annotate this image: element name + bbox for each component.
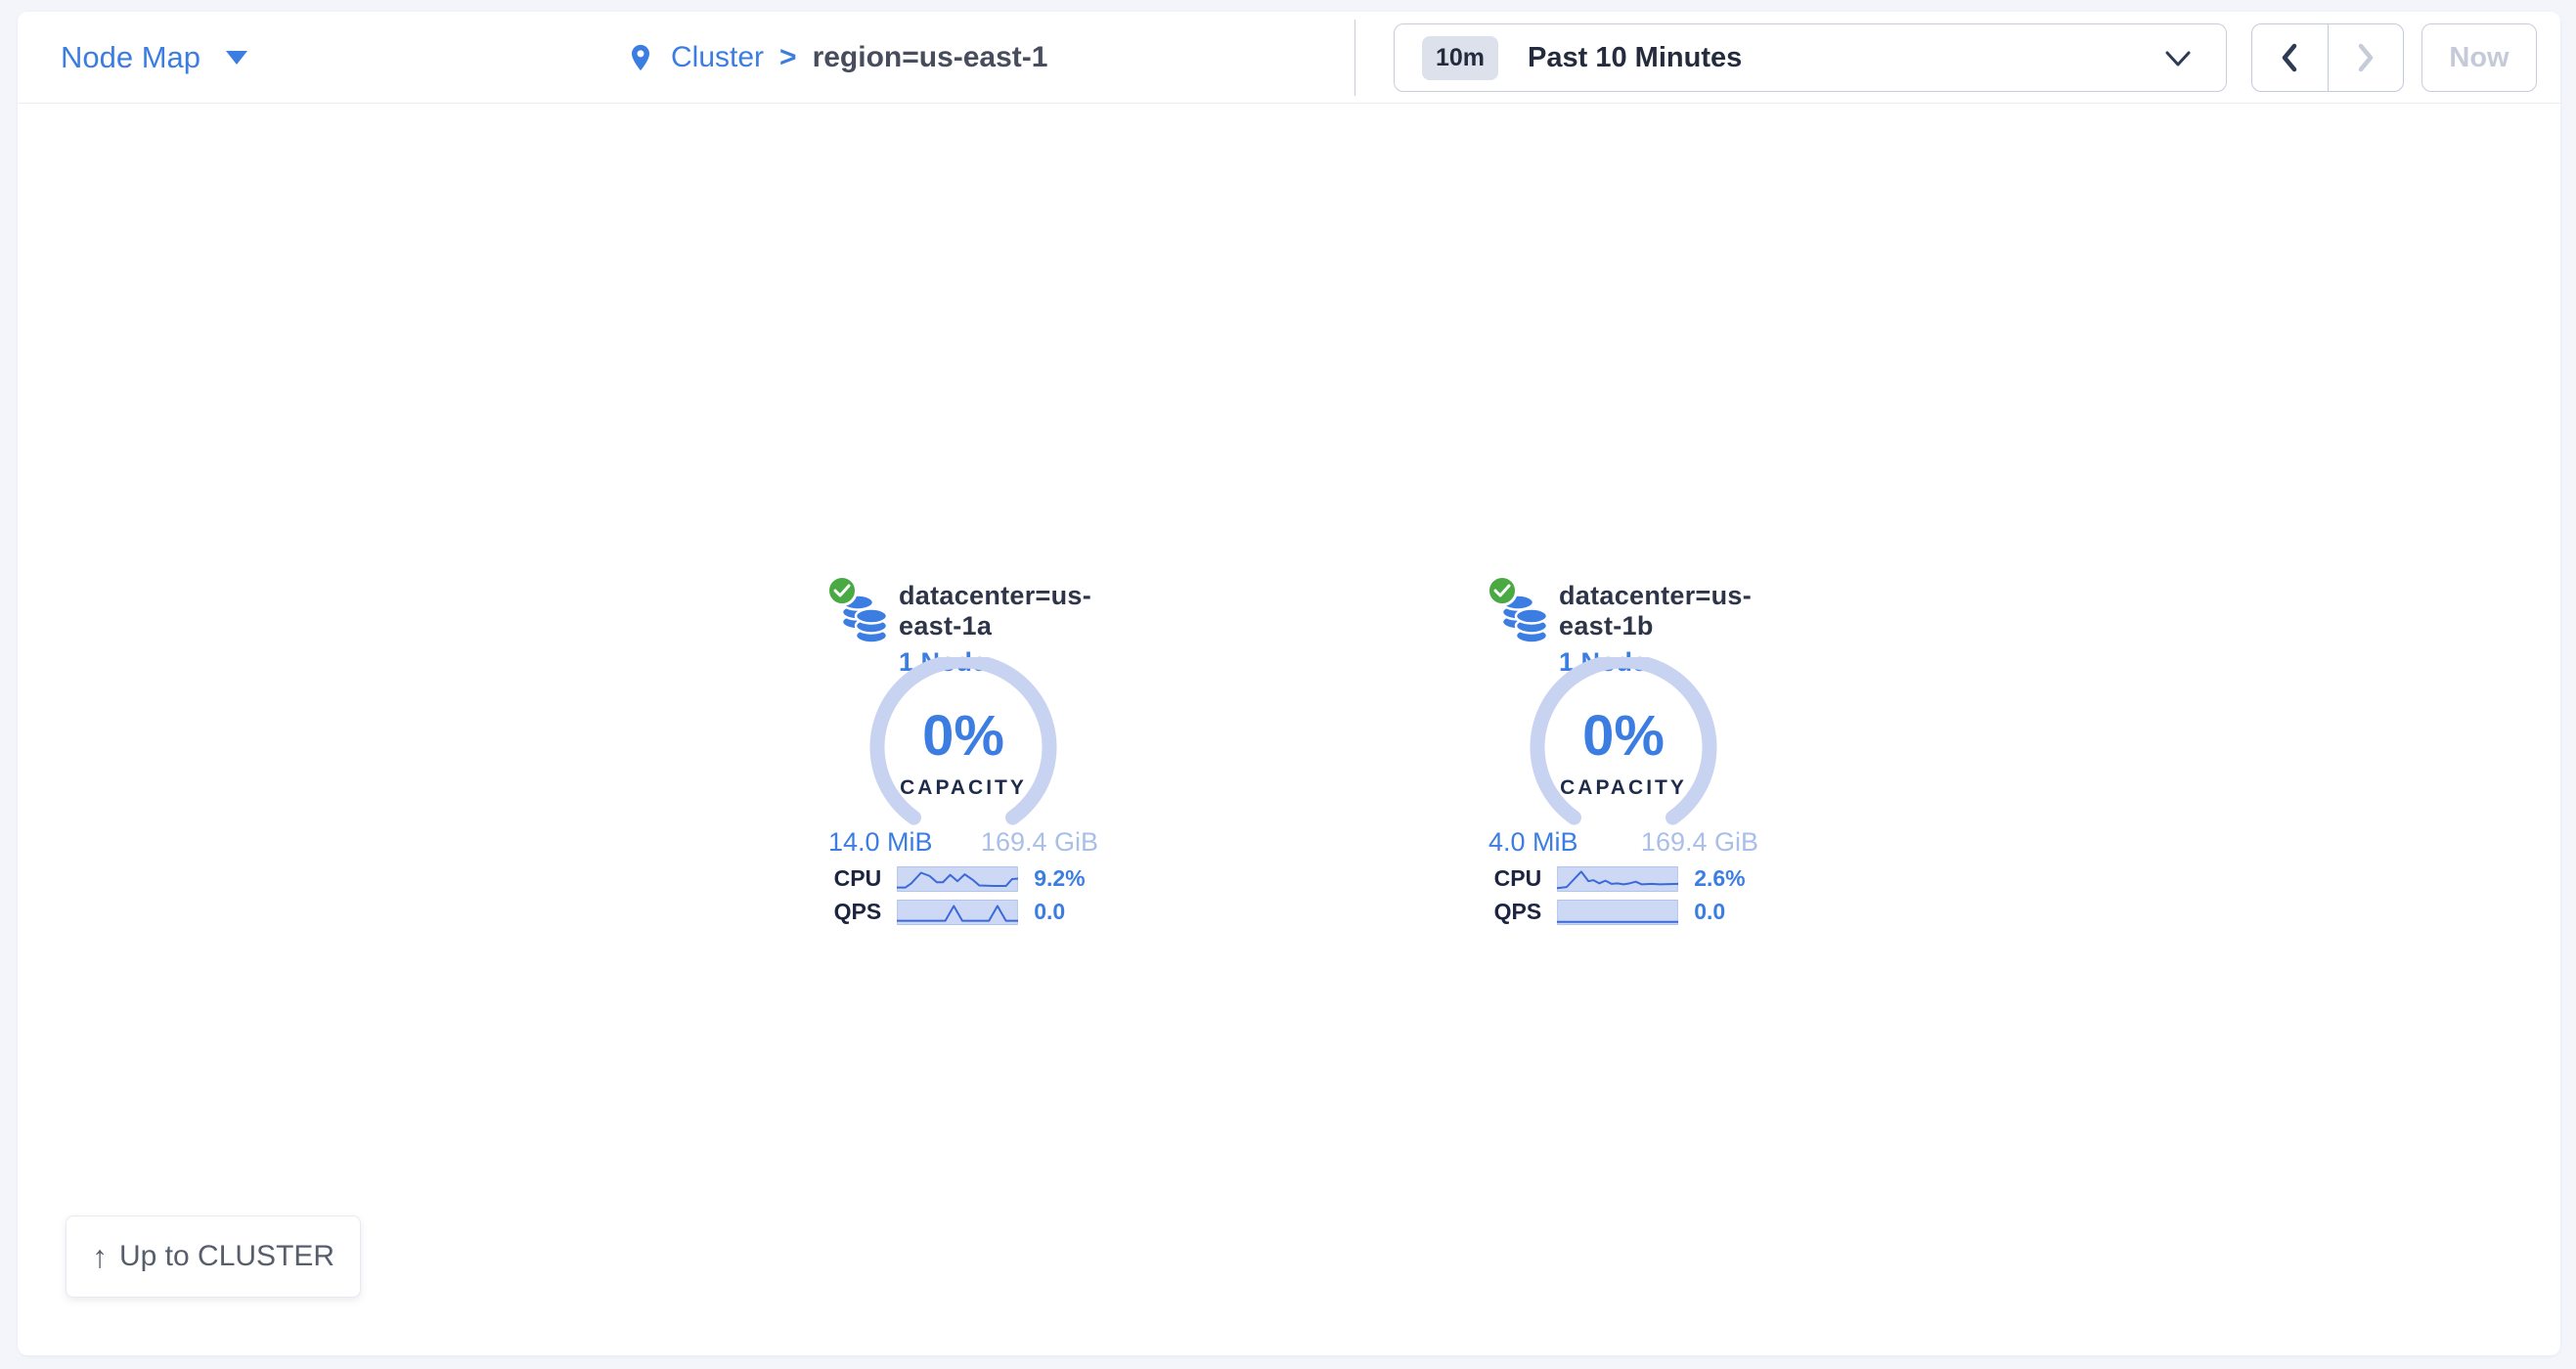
top-bar: Node Map Cluster > region=us-east-1 10m … xyxy=(18,12,2560,104)
view-mode-label: Node Map xyxy=(61,40,200,75)
qps-label: QPS xyxy=(1487,899,1541,925)
datacenter-header: datacenter=us-east-1b 1 Node xyxy=(1487,575,1760,655)
capacity-caption: CAPACITY xyxy=(1516,776,1731,800)
capacity-used: 4.0 MiB xyxy=(1488,827,1578,858)
datacenter-header: datacenter=us-east-1a 1 Node xyxy=(826,575,1100,655)
breadcrumb-separator: > xyxy=(779,41,797,74)
qps-sparkline xyxy=(897,900,1018,925)
capacity-used: 14.0 MiB xyxy=(828,827,933,858)
cpu-value: 2.6% xyxy=(1694,865,1760,892)
chevron-left-icon xyxy=(2273,38,2306,77)
time-nav-group xyxy=(2251,23,2404,92)
chevron-down-icon xyxy=(226,51,247,65)
cpu-sparkline xyxy=(897,866,1018,892)
chevron-down-icon xyxy=(2163,48,2193,69)
healthy-check-icon xyxy=(826,575,858,606)
time-range-label: Past 10 Minutes xyxy=(1528,42,1742,74)
datacenter-card-us-east-1a[interactable]: datacenter=us-east-1a 1 Node 0% CAPACITY… xyxy=(826,575,1100,925)
datacenter-title: datacenter=us-east-1b xyxy=(1559,581,1760,641)
app-container: Node Map Cluster > region=us-east-1 10m … xyxy=(18,12,2560,1355)
chevron-right-icon xyxy=(2349,38,2382,77)
time-next-button[interactable] xyxy=(2328,24,2404,91)
view-mode-dropdown[interactable]: Node Map xyxy=(61,12,247,104)
time-range-dropdown[interactable]: 10m Past 10 Minutes xyxy=(1394,23,2227,92)
breadcrumb-cluster-link[interactable]: Cluster xyxy=(671,41,764,74)
qps-metric-row: QPS 0.0 xyxy=(1487,899,1760,925)
capacity-values: 14.0 MiB 169.4 GiB xyxy=(828,825,1098,859)
cpu-metric-row: CPU 9.2% xyxy=(826,865,1100,892)
cpu-label: CPU xyxy=(826,865,881,892)
qps-value: 0.0 xyxy=(1034,899,1100,925)
datacenter-title: datacenter=us-east-1a xyxy=(899,581,1100,641)
capacity-ring: 0% CAPACITY xyxy=(1516,657,1731,825)
breadcrumb: Cluster > region=us-east-1 xyxy=(626,12,1047,104)
cpu-label: CPU xyxy=(1487,865,1541,892)
qps-metric-row: QPS 0.0 xyxy=(826,899,1100,925)
capacity-caption: CAPACITY xyxy=(856,776,1071,800)
up-to-cluster-label: Up to CLUSTER xyxy=(119,1240,334,1273)
datacenter-card-us-east-1b[interactable]: datacenter=us-east-1b 1 Node 0% CAPACITY… xyxy=(1487,575,1760,925)
qps-value: 0.0 xyxy=(1694,899,1760,925)
now-button[interactable]: Now xyxy=(2421,23,2537,92)
capacity-percent: 0% xyxy=(1516,708,1731,765)
breadcrumb-current-locality: region=us-east-1 xyxy=(813,41,1048,74)
cpu-metric-row: CPU 2.6% xyxy=(1487,865,1760,892)
up-arrow-icon: ↑ xyxy=(92,1239,108,1275)
healthy-check-icon xyxy=(1487,575,1518,606)
capacity-total: 169.4 GiB xyxy=(1641,827,1758,858)
time-prev-button[interactable] xyxy=(2252,24,2328,91)
capacity-values: 4.0 MiB 169.4 GiB xyxy=(1488,825,1758,859)
qps-sparkline xyxy=(1557,900,1678,925)
cpu-value: 9.2% xyxy=(1034,865,1100,892)
qps-label: QPS xyxy=(826,899,881,925)
time-range-badge: 10m xyxy=(1422,36,1498,80)
capacity-ring: 0% CAPACITY xyxy=(856,657,1071,825)
up-to-cluster-button[interactable]: ↑ Up to CLUSTER xyxy=(66,1215,361,1298)
cpu-sparkline xyxy=(1557,866,1678,892)
capacity-percent: 0% xyxy=(856,708,1071,765)
capacity-total: 169.4 GiB xyxy=(981,827,1098,858)
location-pin-icon xyxy=(626,38,655,77)
